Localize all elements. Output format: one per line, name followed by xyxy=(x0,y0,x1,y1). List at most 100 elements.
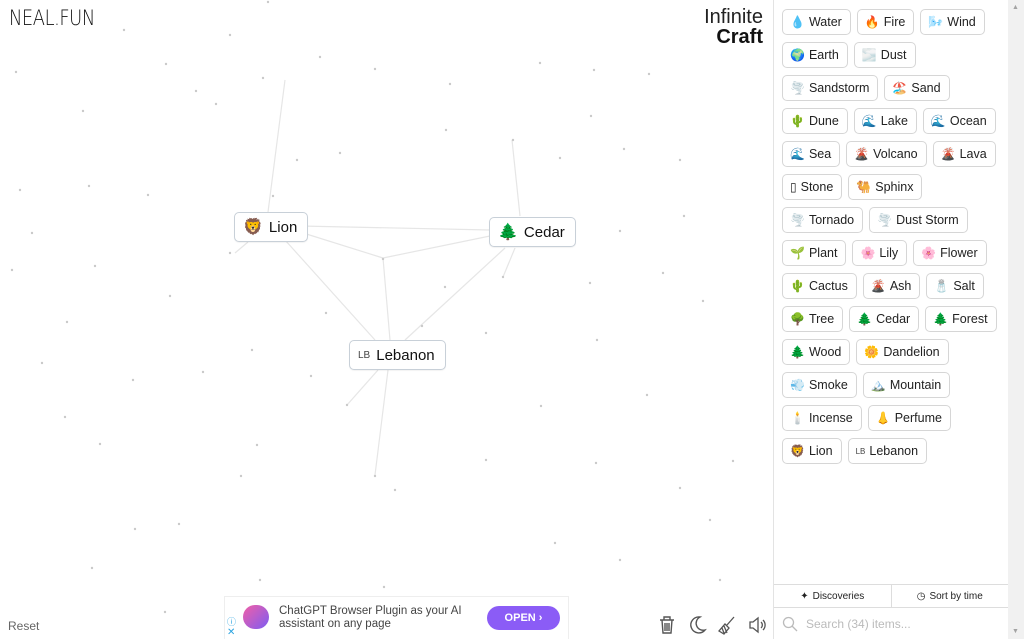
line-lion-left xyxy=(234,241,249,254)
sidebar-item-dune[interactable]: 🌵 Dune xyxy=(782,108,848,134)
trash-icon[interactable] xyxy=(656,614,678,636)
ad-close-icon[interactable]: ✕ xyxy=(227,627,235,638)
sidebar-item-lake[interactable]: 🌊 Lake xyxy=(853,108,917,134)
neal-fun-logo[interactable]: NEAL.FUN xyxy=(9,6,95,30)
background-dot xyxy=(484,458,488,462)
sidebar-item-salt[interactable]: 🧂 Salt xyxy=(926,273,984,299)
sidebar-item-earth[interactable]: 🌍 Earth xyxy=(782,42,848,68)
cedar-icon: 🌲 xyxy=(857,312,873,326)
line-lion-up xyxy=(267,79,286,213)
background-dot xyxy=(65,320,69,324)
water-icon: 💧 xyxy=(790,15,805,29)
line-lion-lebanon xyxy=(284,239,376,341)
sidebar-item-incense[interactable]: 🕯️ Incense xyxy=(782,405,862,431)
background-dot xyxy=(678,158,682,162)
advertisement-banner[interactable]: ⓘ ✕ ChatGPT Browser Plugin as your AI as… xyxy=(224,596,569,639)
background-dot xyxy=(239,474,243,478)
item-label: Dust Storm xyxy=(896,213,959,227)
infinite-craft-title: Infinite Craft xyxy=(704,7,763,47)
sidebar-item-dust[interactable]: 🌫️ Dust xyxy=(853,42,916,68)
item-label: Water xyxy=(808,15,842,29)
ad-open-button[interactable]: OPEN › xyxy=(487,606,560,630)
background-dot xyxy=(618,229,622,233)
sidebar-item-dust-storm[interactable]: 🌪️ Dust Storm xyxy=(869,207,968,233)
canvas-node-lion[interactable]: 🦁 Lion xyxy=(234,212,309,242)
sidebar-item-wood[interactable]: 🌲 Wood xyxy=(782,339,851,365)
speaker-icon[interactable] xyxy=(746,614,768,636)
craft-canvas[interactable]: NEAL.FUN Infinite Craft 🦁 Lion 🌲 Cedar L… xyxy=(0,0,773,639)
sidebar-scrollbar[interactable]: ▲ ▼ xyxy=(1008,0,1024,639)
sea-icon: 🌊 xyxy=(790,147,805,161)
reset-button[interactable]: Reset xyxy=(8,619,39,633)
sidebar-item-fire[interactable]: 🔥 Fire xyxy=(856,9,915,35)
sidebar-item-cedar[interactable]: 🌲 Cedar xyxy=(849,306,920,332)
sidebar-item-cactus[interactable]: 🌵 Cactus xyxy=(782,273,857,299)
background-dot xyxy=(539,404,543,408)
sidebar-item-sandstorm[interactable]: 🌪️ Sandstorm xyxy=(782,75,879,101)
sidebar-item-sand[interactable]: 🏖️ Sand xyxy=(884,75,950,101)
sidebar-item-ash[interactable]: 🌋 Ash xyxy=(862,273,921,299)
item-label: Sandstorm xyxy=(808,81,870,95)
background-dot xyxy=(595,338,599,342)
search-bar xyxy=(774,608,1008,640)
earth-icon: 🌍 xyxy=(790,48,805,62)
canvas-node-cedar[interactable]: 🌲 Cedar xyxy=(489,217,576,247)
sidebar-item-lily[interactable]: 🌸 Lily xyxy=(852,240,908,266)
sidebar-item-tree[interactable]: 🌳 Tree xyxy=(782,306,844,332)
sidebar-item-dandelion[interactable]: 🌼 Dandelion xyxy=(856,339,949,365)
sandstorm-icon: 🌪️ xyxy=(790,81,805,95)
node-label: Lion xyxy=(268,218,298,236)
stone-icon: ▯ xyxy=(790,180,797,194)
background-dot xyxy=(420,324,424,328)
item-label: Mountain xyxy=(889,378,942,392)
sidebar-item-tornado[interactable]: 🌪️ Tornado xyxy=(782,207,864,233)
sidebar-item-lava[interactable]: 🌋 Lava xyxy=(932,141,996,167)
item-label: Lion xyxy=(808,444,833,458)
plant-icon: 🌱 xyxy=(790,246,805,260)
sidebar-item-stone[interactable]: ▯ Stone xyxy=(782,174,843,200)
item-label: Perfume xyxy=(894,411,942,425)
scroll-up-arrow-icon[interactable]: ▲ xyxy=(1012,4,1019,11)
sidebar-item-volcano[interactable]: 🌋 Volcano xyxy=(846,141,927,167)
sidebar-item-mountain[interactable]: 🏔️ Mountain xyxy=(862,372,951,398)
sidebar-item-lion[interactable]: 🦁 Lion xyxy=(782,438,842,464)
background-dot xyxy=(10,268,14,272)
background-dot xyxy=(338,151,342,155)
background-dot xyxy=(194,89,198,93)
scroll-down-arrow-icon[interactable]: ▼ xyxy=(1012,628,1019,635)
sidebar-item-wind[interactable]: 🌬️ Wind xyxy=(920,9,985,35)
moon-icon[interactable] xyxy=(686,614,708,636)
discoveries-tab[interactable]: ✦ Discoveries xyxy=(774,585,892,607)
sidebar-item-ocean[interactable]: 🌊 Ocean xyxy=(922,108,996,134)
background-dot xyxy=(678,486,682,490)
sort-by-time-button[interactable]: ◷ Sort by time xyxy=(892,585,1009,607)
canvas-node-lebanon[interactable]: LB Lebanon xyxy=(349,340,446,370)
fire-icon: 🔥 xyxy=(864,15,880,29)
item-label: Cedar xyxy=(876,312,911,326)
background-dot xyxy=(177,522,181,526)
smoke-icon: 💨 xyxy=(790,378,805,392)
sidebar-item-sphinx[interactable]: 🐫 Sphinx xyxy=(848,174,923,200)
sidebar-item-plant[interactable]: 🌱 Plant xyxy=(782,240,847,266)
broom-icon[interactable] xyxy=(716,614,738,636)
line-mid-cedar xyxy=(382,235,491,259)
search-input[interactable] xyxy=(804,616,998,632)
sidebar-item-sea[interactable]: 🌊 Sea xyxy=(782,141,841,167)
sidebar-item-flower[interactable]: 🌸 Flower xyxy=(913,240,987,266)
node-label: Cedar xyxy=(523,223,565,241)
sidebar-item-smoke[interactable]: 💨 Smoke xyxy=(782,372,857,398)
background-dot xyxy=(318,55,322,59)
perfume-icon: 👃 xyxy=(875,411,891,425)
sidebar-item-perfume[interactable]: 👃 Perfume xyxy=(867,405,951,431)
sidebar-item-forest[interactable]: 🌲 Forest xyxy=(925,306,997,332)
sidebar-item-lebanon[interactable]: LB Lebanon xyxy=(847,438,928,464)
item-label: Dune xyxy=(808,114,839,128)
sphinx-icon: 🐫 xyxy=(856,180,872,194)
background-dot xyxy=(324,311,328,315)
canvas-toolbar xyxy=(656,614,768,636)
item-label: Ocean xyxy=(949,114,987,128)
background-dot xyxy=(228,251,232,255)
background-dot xyxy=(266,0,270,4)
sidebar-item-water[interactable]: 💧 Water xyxy=(782,9,851,35)
background-dot xyxy=(122,28,126,32)
